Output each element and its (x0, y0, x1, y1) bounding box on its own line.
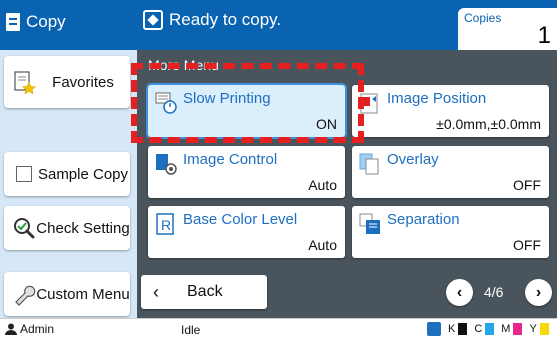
sample-copy-button[interactable]: Sample Copy (4, 152, 130, 196)
separation-tile[interactable]: Separation OFF (352, 206, 549, 258)
toner-info-icon[interactable] (427, 322, 441, 336)
svg-text:R: R (161, 217, 171, 233)
tile-value: Auto (308, 177, 337, 193)
user-label: Admin (5, 322, 54, 336)
header-bar: Copy Ready to copy. Copies 1 (0, 0, 557, 50)
toner-y-chip (539, 323, 549, 335)
copy-screen: Copy Ready to copy. Copies 1 Favorites S… (0, 0, 557, 341)
app-title-label: Copy (26, 12, 66, 31)
image-control-icon (154, 152, 178, 176)
image-control-tile[interactable]: Image Control Auto (148, 146, 345, 198)
check-magnifier-icon (12, 216, 36, 240)
machine-status: Idle (181, 323, 201, 337)
sample-copy-label: Sample Copy (37, 165, 129, 183)
sample-copy-checkbox (12, 162, 36, 186)
tile-value: OFF (513, 177, 541, 193)
toner-m-chip (513, 323, 523, 335)
status-bar: Admin Idle K C M Y (0, 318, 557, 341)
base-color-level-tile[interactable]: R Base Color Level Auto (148, 206, 345, 258)
chevron-left-icon: ‹ (456, 283, 463, 301)
status-message: Ready to copy. (143, 10, 281, 30)
left-panel: Favorites Sample Copy Check Setting Cust… (0, 50, 137, 318)
check-setting-button[interactable]: Check Setting (4, 206, 130, 250)
ready-diamond-icon (143, 10, 163, 30)
toner-k-label: K (448, 323, 456, 335)
tile-value: OFF (513, 237, 541, 253)
copies-field[interactable]: Copies 1 (458, 8, 557, 50)
next-page-button[interactable]: › (525, 279, 552, 306)
copies-label: Copies (464, 11, 502, 25)
user-icon (5, 323, 17, 335)
page-indicator: 4/6 (484, 284, 504, 300)
tile-name: Separation (387, 211, 460, 228)
tile-value: Auto (308, 237, 337, 253)
favorites-icon (12, 70, 36, 94)
toner-c-chip (485, 323, 495, 335)
chevron-right-icon: › (535, 283, 542, 301)
prev-page-button[interactable]: ‹ (446, 279, 473, 306)
custom-menu-button[interactable]: Custom Menu (4, 272, 130, 316)
toner-m-label: M (501, 323, 511, 335)
toner-y-label: Y (529, 323, 537, 335)
tile-name: Overlay (387, 151, 439, 168)
tile-value: ±0.0mm,±0.0mm (436, 116, 541, 132)
highlight-annotation (131, 63, 364, 143)
status-message-text: Ready to copy. (169, 10, 282, 29)
copy-document-icon (6, 13, 20, 31)
app-title: Copy (6, 12, 66, 32)
chevron-left-icon: ‹ (153, 281, 159, 302)
copies-value: 1 (537, 22, 551, 49)
back-label: Back (187, 283, 223, 300)
tile-name: Image Position (387, 90, 487, 107)
tile-name: Image Control (183, 151, 278, 168)
favorites-label: Favorites (52, 73, 114, 91)
custom-menu-label: Custom Menu (36, 285, 130, 303)
check-setting-label: Check Setting (36, 219, 130, 237)
toner-k-chip (458, 323, 468, 335)
wrench-icon (12, 282, 36, 306)
overlay-tile[interactable]: Overlay OFF (352, 146, 549, 198)
toner-c-label: C (474, 323, 483, 335)
tile-name: Base Color Level (183, 211, 298, 228)
favorites-button[interactable]: Favorites (4, 56, 130, 108)
base-color-icon: R (154, 212, 178, 236)
separation-icon (358, 212, 382, 236)
back-button[interactable]: ‹ Back (141, 275, 267, 309)
overlay-icon (358, 152, 382, 176)
user-name: Admin (20, 322, 55, 336)
image-position-tile[interactable]: Image Position ±0.0mm,±0.0mm (352, 85, 549, 137)
toner-levels: K C M Y (427, 322, 549, 336)
